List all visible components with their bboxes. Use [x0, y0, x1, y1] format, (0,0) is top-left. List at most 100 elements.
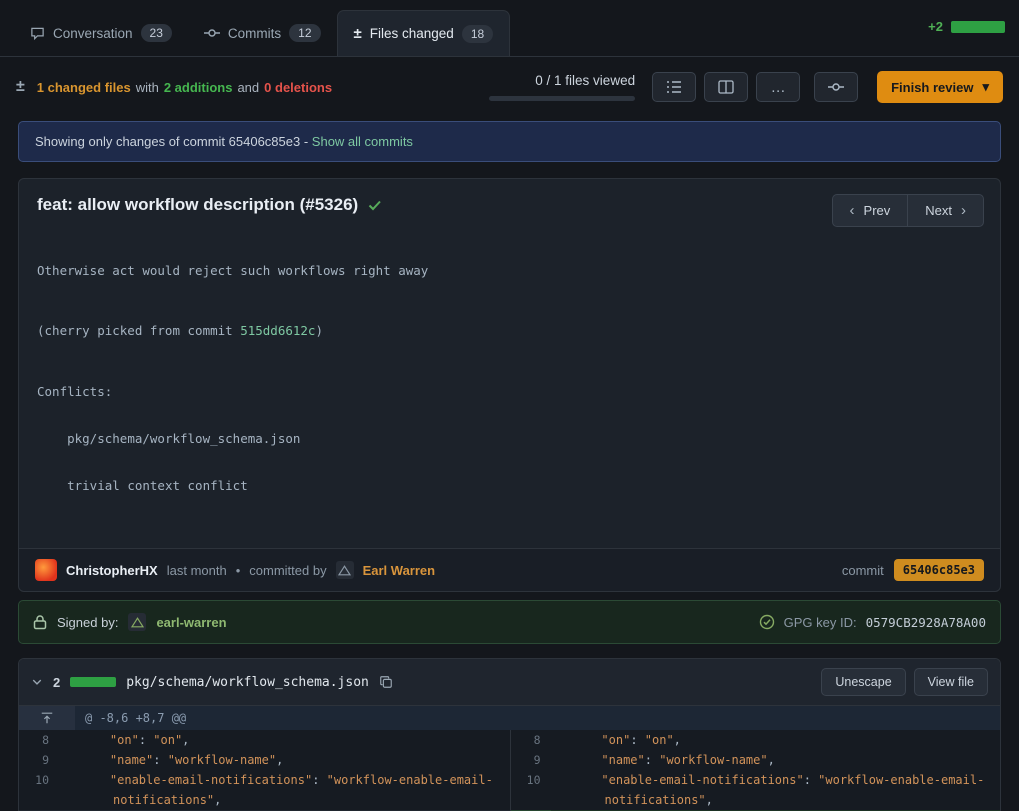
commit-icon	[204, 25, 220, 41]
commit-options-button[interactable]	[814, 72, 858, 102]
changed-files-link[interactable]: 1 changed files	[37, 80, 131, 95]
file-tree-icon	[666, 80, 682, 94]
diff-line[interactable]: 9 "name": "workflow-name",	[511, 750, 1001, 770]
line-number: 8	[511, 730, 551, 750]
diff-marker	[551, 770, 565, 810]
line-number: 8	[19, 730, 59, 750]
diff-line[interactable]: 10 "enable-email-notifications": "workfl…	[19, 770, 510, 810]
diff-old-side: 8 "on": "on",9 "name": "workflow-name",1…	[19, 730, 510, 811]
author-link[interactable]: ChristopherHX	[66, 563, 158, 578]
commit-hash-badge[interactable]: 65406c85e3	[894, 559, 984, 581]
file-diff-stat-bar	[70, 677, 116, 687]
count-badge: 12	[289, 24, 320, 42]
commit-message-line: pkg/schema/workflow_schema.json	[37, 430, 982, 447]
gpg-key-label: GPG key ID:	[784, 615, 857, 630]
text: )	[315, 323, 323, 338]
line-number: 9	[19, 750, 59, 770]
code-line: "on": "on",	[73, 730, 510, 750]
file-header: 2 pkg/schema/workflow_schema.json Unesca…	[19, 659, 1000, 706]
line-number: 10	[19, 770, 59, 810]
caret-down-icon: ▾	[982, 79, 989, 95]
code-line: "enable-email-notifications": "workflow-…	[73, 770, 510, 810]
signed-by-label: Signed by:	[57, 615, 118, 630]
collapse-file-button[interactable]	[31, 676, 43, 688]
line-number: 9	[511, 750, 551, 770]
tab-label: Commits	[228, 26, 281, 41]
split-view-icon	[718, 80, 734, 94]
code-line: "name": "workflow-name",	[565, 750, 1001, 770]
diff-line[interactable]: 8 "on": "on",	[511, 730, 1001, 750]
commit-navigation: ‹ Prev Next ›	[832, 194, 984, 227]
pr-tab-bar: Conversation 23 Commits 12 ± Files chang…	[0, 0, 1019, 57]
files-viewed-label: 0 / 1 files viewed	[535, 73, 635, 88]
diff-marker	[59, 750, 73, 770]
verified-icon	[759, 614, 775, 630]
commit-message-line: Conflicts:	[37, 383, 982, 400]
next-label: Next	[925, 203, 952, 218]
code-line: "name": "workflow-name",	[73, 750, 510, 770]
gpg-signature-bar: Signed by: earl-warren GPG key ID: 0579C…	[18, 600, 1001, 644]
diff-line[interactable]: 8 "on": "on",	[19, 730, 510, 750]
diff-marker	[551, 730, 565, 750]
toolbar-text: with	[136, 80, 159, 95]
diff-toolbar: ± 1 changed files with 2 additions and 0…	[0, 57, 1019, 111]
diff-icon: ±	[354, 25, 362, 42]
unescape-button[interactable]: Unescape	[821, 668, 905, 696]
additions-stat-bar	[951, 21, 1005, 33]
file-name-link[interactable]: pkg/schema/workflow_schema.json	[126, 675, 369, 690]
cherry-pick-commit-link[interactable]: 515dd6612c	[240, 323, 315, 338]
next-commit-button[interactable]: Next ›	[907, 194, 984, 227]
tab-conversation[interactable]: Conversation 23	[14, 10, 188, 56]
diff-marker	[551, 750, 565, 770]
commit-message-line: trivial context conflict	[37, 477, 982, 494]
finish-review-label: Finish review	[891, 80, 973, 95]
ellipsis-icon: …	[771, 79, 786, 96]
additions-count: +2	[928, 19, 943, 34]
text: (cherry picked from commit	[37, 323, 240, 338]
deletions-text: 0 deletions	[264, 80, 332, 95]
copy-path-icon[interactable]	[379, 675, 393, 689]
expand-hunk-button[interactable]	[19, 706, 75, 730]
chevron-right-icon: ›	[961, 202, 966, 219]
signer-link[interactable]: earl-warren	[156, 615, 226, 630]
signer-avatar[interactable]	[128, 613, 146, 631]
committed-by-text: committed by	[249, 563, 326, 578]
commit-filter-banner: Showing only changes of commit 65406c85e…	[18, 121, 1001, 162]
tab-commits[interactable]: Commits 12	[188, 10, 337, 56]
chevron-left-icon: ‹	[850, 202, 855, 219]
diff-marker	[59, 730, 73, 750]
more-options-button[interactable]: …	[756, 72, 800, 102]
gpg-key-id: 0579CB2928A78A00	[866, 615, 986, 630]
author-avatar[interactable]	[35, 559, 57, 581]
prev-commit-button[interactable]: ‹ Prev	[832, 194, 908, 227]
files-viewed-progress	[489, 96, 635, 101]
view-file-button[interactable]: View file	[914, 668, 988, 696]
diff-view-mode-button[interactable]	[704, 72, 748, 102]
code-line: "on": "on",	[565, 730, 1001, 750]
diff-line[interactable]: 10 "enable-email-notifications": "workfl…	[511, 770, 1001, 810]
diff-new-side: 8 "on": "on",9 "name": "workflow-name",1…	[510, 730, 1001, 811]
diff-marker	[59, 770, 73, 810]
finish-review-button[interactable]: Finish review ▾	[877, 71, 1003, 103]
line-number: 10	[511, 770, 551, 810]
hunk-header: @ -8,6 +8,7 @@	[19, 706, 1000, 730]
file-additions-count: 2	[53, 675, 60, 690]
show-all-commits-link[interactable]: Show all commits	[312, 134, 413, 149]
comment-icon	[30, 26, 45, 41]
code-line: "enable-email-notifications": "workflow-…	[565, 770, 1001, 810]
lock-icon	[33, 614, 47, 630]
commit-message: Otherwise act would reject such workflow…	[19, 219, 1000, 548]
toolbar-text: and	[237, 80, 259, 95]
diff-line[interactable]: 9 "name": "workflow-name",	[19, 750, 510, 770]
commit-time: last month	[167, 563, 227, 578]
committer-link[interactable]: Earl Warren	[363, 563, 436, 578]
committer-avatar[interactable]	[336, 561, 354, 579]
file-diff-panel: 2 pkg/schema/workflow_schema.json Unesca…	[18, 658, 1001, 811]
commit-label: commit	[842, 563, 884, 578]
count-badge: 23	[141, 24, 172, 42]
diff-icon: ±	[16, 78, 25, 96]
tab-files-changed[interactable]: ± Files changed 18	[337, 10, 511, 56]
commit-message-line: Otherwise act would reject such workflow…	[37, 263, 982, 278]
file-tree-toggle-button[interactable]	[652, 72, 696, 102]
files-viewed: 0 / 1 files viewed	[489, 73, 635, 101]
